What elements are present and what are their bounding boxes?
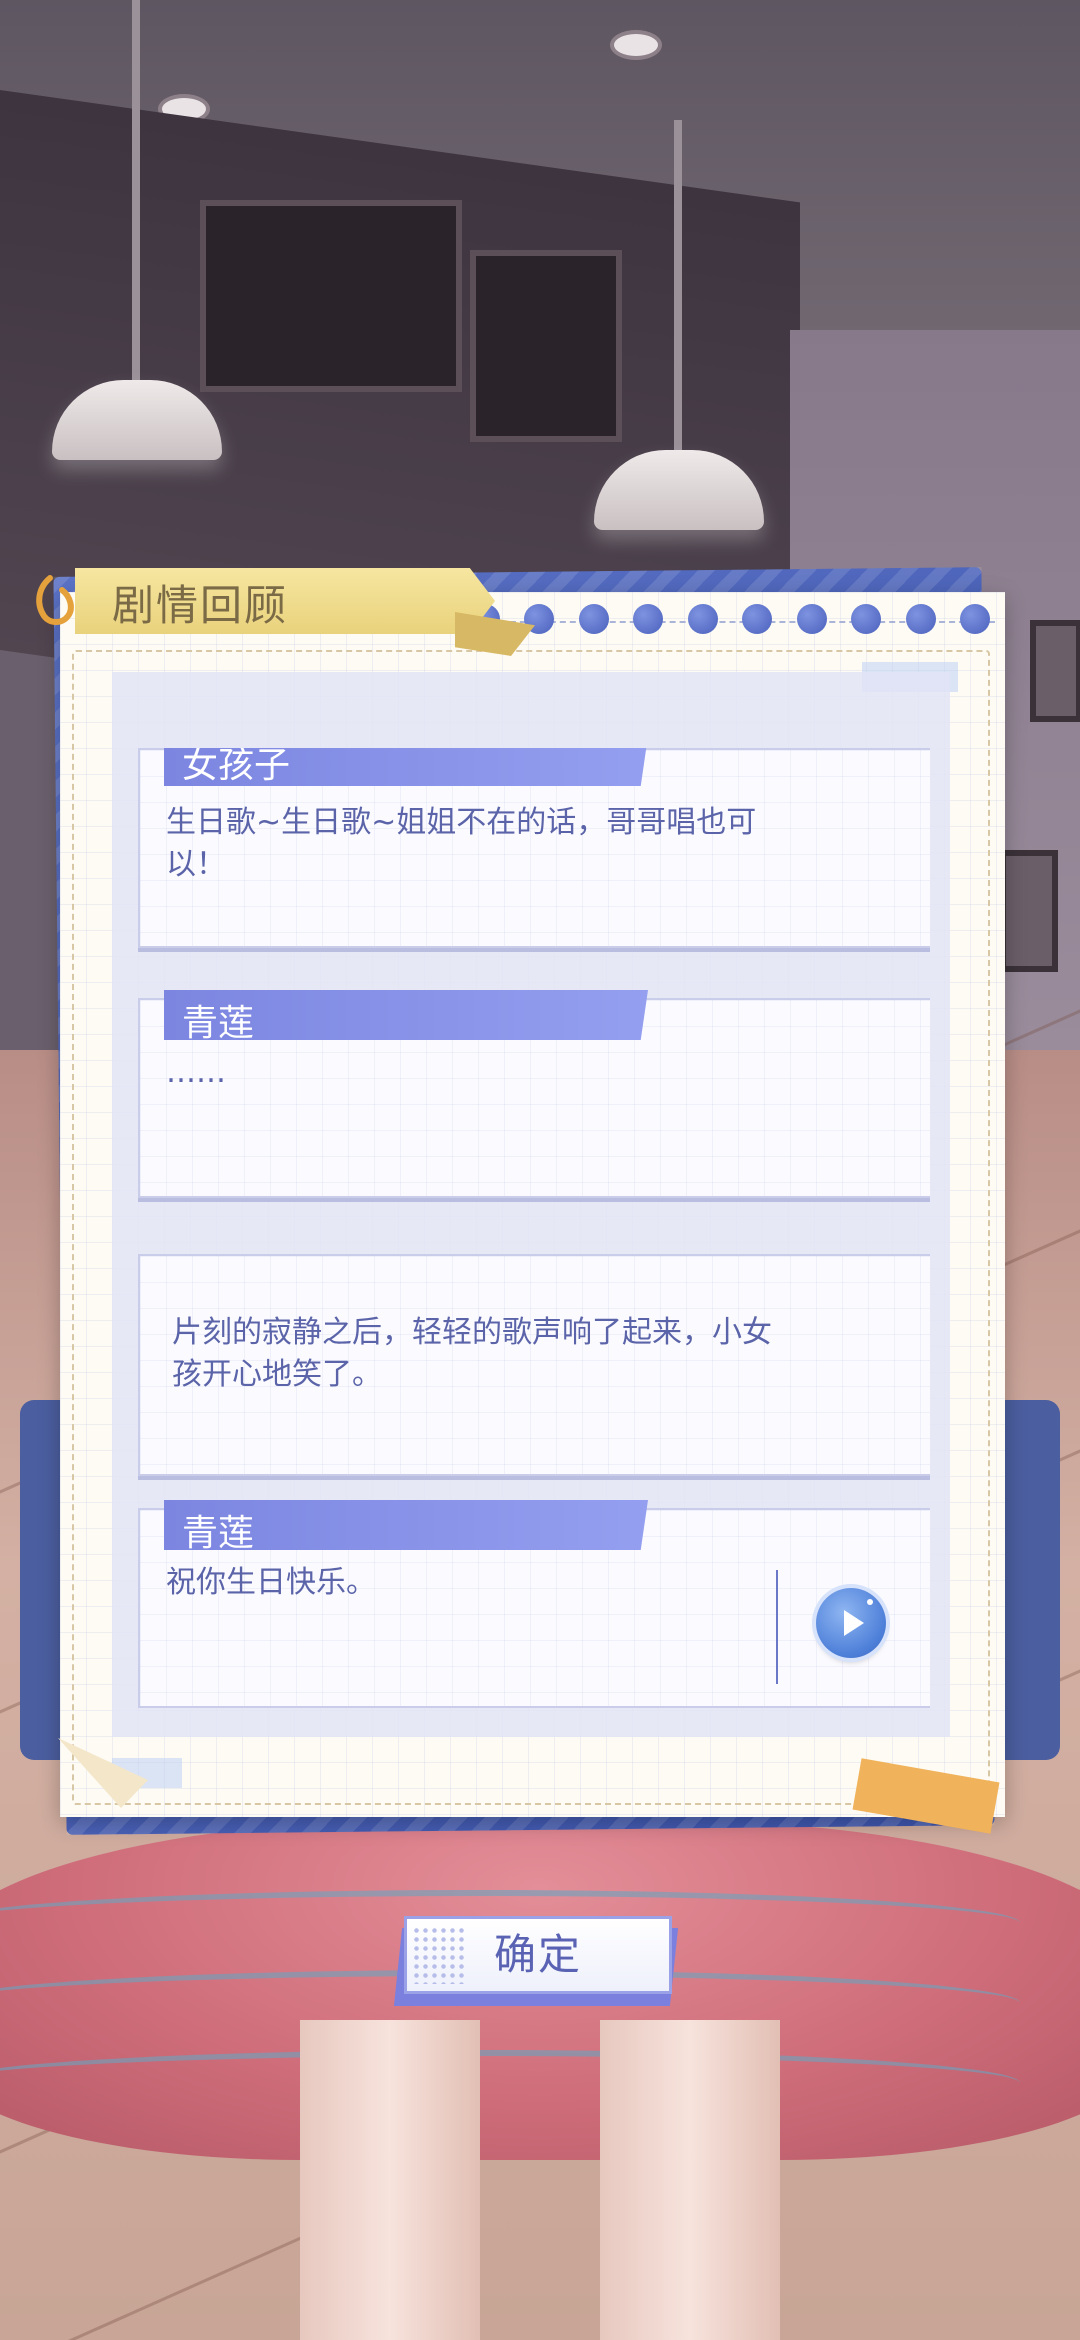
- voice-divider: [776, 1570, 778, 1684]
- wall-frame: [1030, 620, 1080, 722]
- speaker-name: 青莲: [182, 1003, 255, 1044]
- dialogue-entry: 青莲 祝你生日快乐。: [138, 1500, 930, 1708]
- cafe-shelf: [470, 250, 622, 442]
- confirm-button[interactable]: 确定: [393, 1916, 679, 2006]
- character-leg: [300, 2020, 480, 2340]
- pendant-rod: [132, 0, 140, 390]
- speaker-name: 女孩子: [182, 748, 291, 786]
- wall-frame: [1000, 850, 1058, 972]
- speaker-name: 青莲: [182, 1513, 255, 1554]
- dialogue-list[interactable]: 女孩子 生日歌~生日歌~姐姐不在的话，哥哥唱也可以！ 青莲 …… 片刻的寂静之后…: [112, 748, 950, 1708]
- binder-holes: [470, 604, 990, 640]
- dialogue-entry: 女孩子 生日歌~生日歌~姐姐不在的话，哥哥唱也可以！: [138, 748, 930, 948]
- play-voice-button[interactable]: [816, 1588, 886, 1658]
- dialogue-text: 生日歌~生日歌~姐姐不在的话，哥哥唱也可以！: [166, 805, 757, 882]
- narration-entry: 片刻的寂静之后，轻轻的歌声响了起来，小女孩开心地笑了。: [138, 1254, 930, 1476]
- character-leg: [600, 2020, 780, 2340]
- page-title: 剧情回顾: [112, 581, 289, 630]
- narration-text: 片刻的寂静之后，轻轻的歌声响了起来，小女孩开心地笑了。: [172, 1315, 772, 1392]
- confirm-button-label: 确定: [493, 1930, 582, 1979]
- dialogue-text: 祝你生日快乐。: [166, 1565, 376, 1600]
- dialogue-entry: 青莲 ……: [138, 990, 930, 1198]
- ceiling-light: [610, 30, 662, 60]
- pendant-rod: [674, 120, 682, 460]
- dialogue-text: ……: [166, 1055, 226, 1090]
- cafe-shelf: [200, 200, 462, 392]
- paperclip-icon: [36, 575, 74, 625]
- play-voice-icon: [844, 1599, 873, 1636]
